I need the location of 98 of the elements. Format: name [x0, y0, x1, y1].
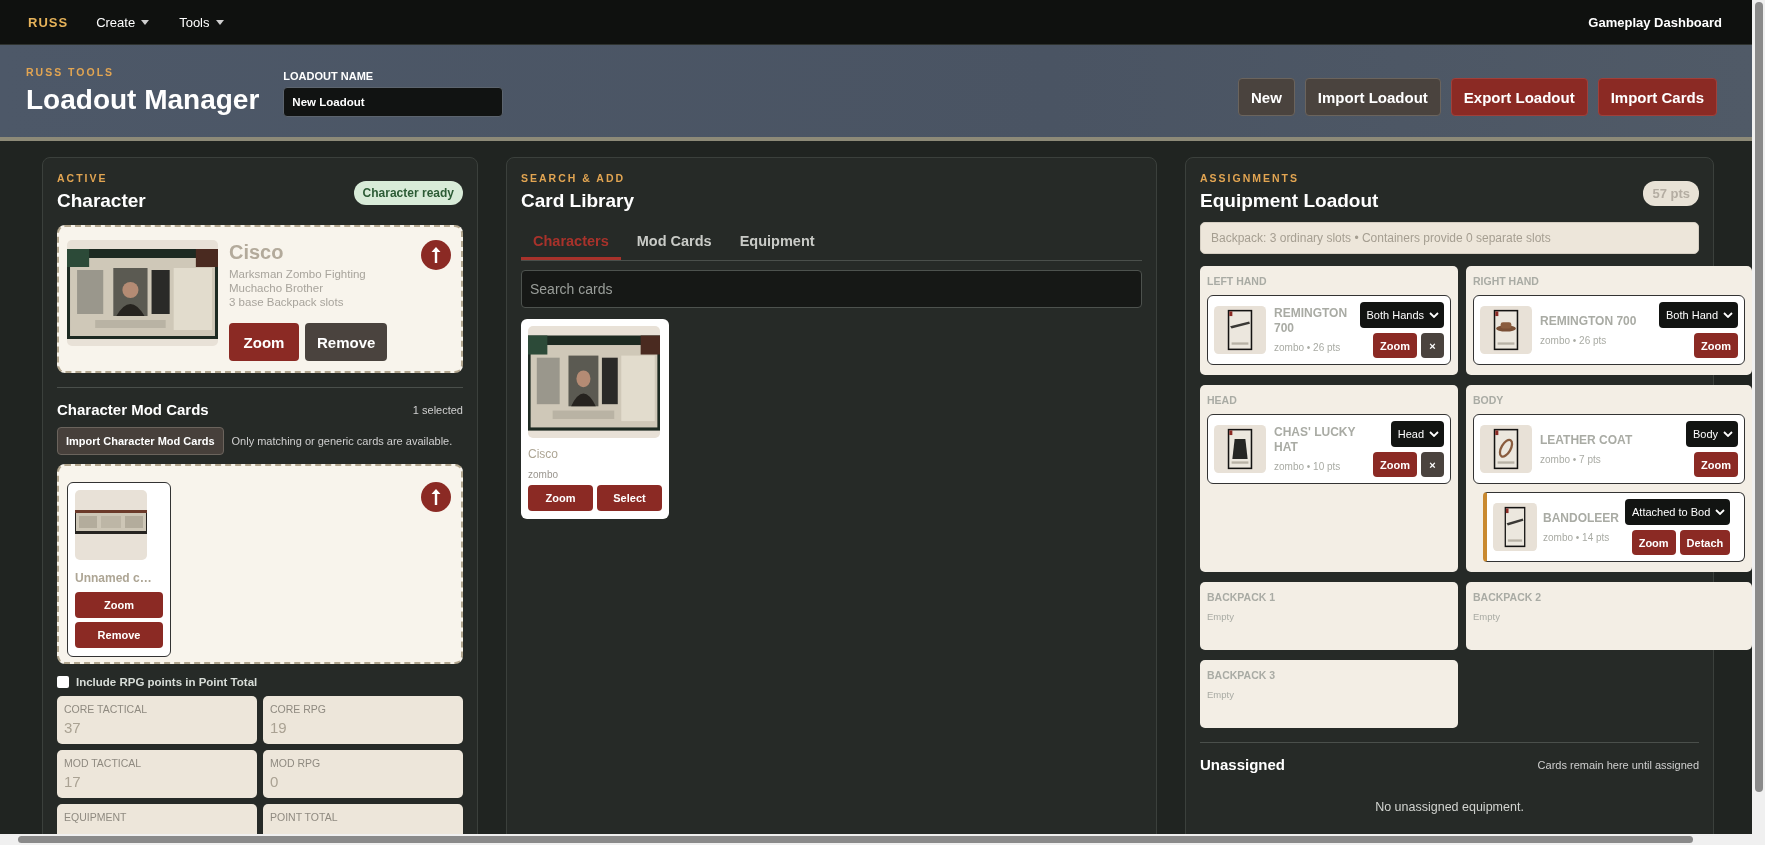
stat-label: POINT TOTAL: [270, 811, 339, 824]
button[interactable]: Zoom: [1373, 452, 1417, 477]
equipment-name: CHAS' LUCKY HAT: [1274, 425, 1357, 455]
slot-label: BACKPACK 2: [1473, 591, 1543, 603]
button[interactable]: Zoom: [229, 323, 299, 361]
section-title: Character Mod Cards: [57, 401, 209, 418]
button[interactable]: Detach: [1679, 530, 1731, 555]
placement-select[interactable]: Both Hand: [1659, 302, 1738, 328]
tab[interactable]: Equipment: [727, 228, 827, 260]
horizontal-scrollbar[interactable]: [0, 834, 1752, 845]
card-source: zombo: [528, 469, 559, 480]
placement-select[interactable]: Body: [1685, 421, 1738, 447]
brand-link[interactable]: RUSS: [28, 14, 69, 30]
empty-text: No unassigned equipment.: [1374, 800, 1525, 814]
page-title: Loadout Manager: [26, 84, 260, 116]
nav-menu[interactable]: Create: [96, 14, 150, 30]
stat-label: CORE RPG: [270, 703, 327, 716]
button[interactable]: Zoom: [528, 485, 593, 511]
equipment-meta: zombo • 26 pts: [1274, 342, 1342, 354]
button[interactable]: Remove: [75, 622, 163, 648]
button[interactable]: Zoom: [1694, 452, 1738, 477]
section-eyebrow: SEARCH & ADD: [521, 172, 627, 184]
checkbox[interactable]: [57, 676, 69, 688]
card-name: Unnamed c…: [75, 570, 153, 586]
panel-title: Character: [57, 190, 146, 212]
selection-count: 1 selected: [412, 403, 463, 416]
button[interactable]: New: [1238, 78, 1295, 116]
field-label: LOADOUT NAME: [283, 69, 375, 82]
backpack-notice: Backpack: 3 ordinary slots • Containers provide 0 separate slots: [1200, 222, 1699, 254]
slot-label: BODY: [1473, 394, 1505, 406]
section-eyebrow: ACTIVE: [57, 172, 109, 184]
stat-value: 17: [64, 773, 82, 791]
slot-label: HEAD: [1207, 394, 1238, 406]
button[interactable]: Export Loadout: [1450, 78, 1588, 116]
equipment-name: REMINGTON 700: [1274, 306, 1349, 336]
empty-text: Empty: [1207, 689, 1235, 700]
nav-menu[interactable]: Tools: [179, 14, 224, 30]
section-title: Unassigned: [1200, 756, 1286, 773]
stat-value: 19: [270, 719, 288, 737]
chevron-down-icon: [1429, 312, 1439, 318]
nav-link[interactable]: Gameplay Dashboard: [1588, 14, 1722, 30]
vertical-scrollbar[interactable]: [1752, 0, 1765, 845]
section-eyebrow: RUSS TOOLS: [26, 66, 116, 78]
chevron-down-icon: [1429, 431, 1439, 437]
chevron-down-icon: [1715, 509, 1726, 515]
button[interactable]: Import Loadout: [1304, 78, 1441, 116]
stat-label: EQUIPMENT: [64, 811, 128, 824]
placement-select[interactable]: Head: [1390, 421, 1444, 447]
search-field[interactable]: Search cards: [521, 270, 1142, 308]
section-eyebrow: ASSIGNMENTS: [1200, 172, 1300, 184]
button[interactable]: Zoom: [1373, 333, 1417, 358]
button[interactable]: Zoom: [75, 592, 163, 618]
loadout-name-field[interactable]: New Loadout: [283, 86, 504, 117]
hint-text: Cards remain here until assigned: [1537, 758, 1699, 771]
equipment-meta: zombo • 7 pts: [1540, 453, 1602, 466]
button[interactable]: Select: [597, 485, 662, 511]
stat-label: CORE TACTICAL: [64, 703, 149, 716]
panel-title: Card Library: [521, 190, 634, 212]
placement-select[interactable]: Attached to Bod: [1625, 499, 1731, 525]
checkbox-label[interactable]: Include RPG points in Point Total: [76, 676, 258, 688]
equipment-name: BANDOLEER: [1543, 510, 1619, 526]
panel-title: Equipment Loadout: [1200, 190, 1379, 212]
slot-label: LEFT HAND: [1207, 275, 1268, 287]
button[interactable]: Zoom: [1631, 530, 1676, 555]
backpack-slots-text: 3 base Backpack slots: [229, 295, 345, 309]
chevron-down-icon: [1723, 431, 1733, 437]
status-badge: Character ready: [353, 181, 463, 205]
placement-select[interactable]: Both Hands: [1359, 302, 1444, 328]
empty-text: Empty: [1473, 611, 1501, 622]
stat-value: 37: [64, 719, 82, 737]
equipment-name: REMINGTON 700: [1540, 313, 1638, 329]
chevron-down-icon: [1723, 312, 1733, 318]
equipment-meta: zombo • 26 pts: [1540, 334, 1608, 347]
stat-label: MOD TACTICAL: [64, 757, 143, 770]
stat-value: 0: [270, 773, 280, 791]
button[interactable]: Import Cards: [1597, 78, 1717, 116]
button[interactable]: Remove: [305, 323, 388, 361]
hint-text: Only matching or generic cards are available.: [231, 435, 453, 447]
remove-button[interactable]: ×: [1421, 333, 1444, 358]
upload-icon[interactable]: [421, 240, 451, 270]
slot-label: RIGHT HAND: [1473, 275, 1540, 287]
remove-button[interactable]: ×: [1421, 452, 1444, 477]
stat-label: MOD RPG: [270, 757, 322, 770]
empty-text: Empty: [1207, 611, 1235, 622]
character-description: Marksman Zombo Fighting Muchacho Brother: [229, 267, 367, 295]
character-name: Cisco: [229, 240, 285, 264]
import-mod-cards-button[interactable]: Import Character Mod Cards: [57, 427, 224, 455]
equipment-meta: zombo • 10 pts: [1274, 461, 1342, 473]
equipment-meta: zombo • 14 pts: [1543, 531, 1611, 544]
button[interactable]: Zoom: [1694, 333, 1738, 358]
tab[interactable]: Mod Cards: [624, 228, 724, 260]
slot-label: BACKPACK 3: [1207, 669, 1277, 681]
upload-icon[interactable]: [421, 482, 451, 512]
card-name: Cisco: [528, 447, 559, 461]
caret-icon: [215, 19, 224, 25]
equipment-name: LEATHER COAT: [1540, 432, 1634, 448]
caret-icon: [141, 19, 150, 25]
slot-label: BACKPACK 1: [1207, 591, 1277, 603]
